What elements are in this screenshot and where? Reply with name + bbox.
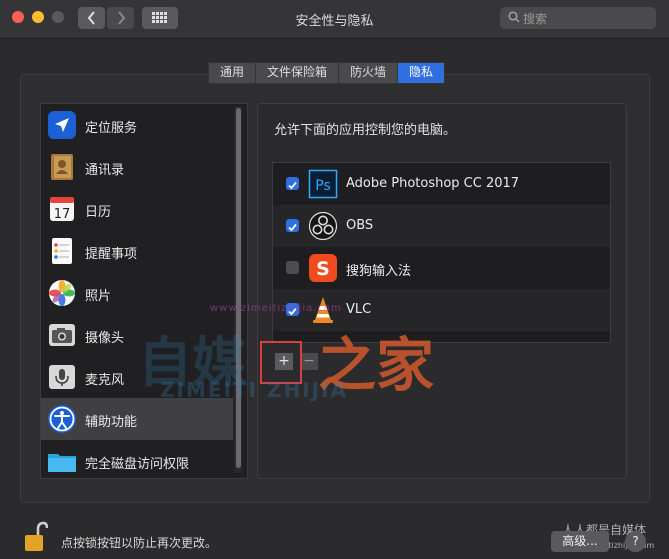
calendar-day-text: 17 [54,207,71,222]
app-name: VLC [346,302,372,317]
app-list[interactable]: Ps Adobe Photoshop CC 2017 OBS S 搜狗输入法 V… [272,162,611,343]
tab-privacy[interactable]: 隐私 [397,62,446,84]
search-icon [508,11,520,23]
sogou-icon-text: S [316,258,330,280]
title-bar: 安全性与隐私 搜索 [0,0,669,39]
sidebar-item-contacts[interactable]: 通讯录 [41,146,233,188]
reminders-icon [52,238,72,264]
sidebar-item-label: 照片 [85,289,112,304]
search-placeholder: 搜索 [523,12,548,26]
app-checkbox[interactable] [286,177,299,190]
sidebar-item-label: 日历 [85,205,112,220]
watermark-sub: ZIMEITI ZHIJIA [160,378,349,402]
sidebar-item-label: 完全磁盘访问权限 [85,457,190,472]
checkmark-icon [288,223,297,232]
tab-general[interactable]: 通用 [208,62,256,84]
camera-icon [49,324,75,346]
sidebar-item-label: 提醒事项 [85,247,138,262]
photoshop-icon: Ps [308,169,338,199]
panel-description: 允许下面的应用控制您的电脑。 [274,123,457,138]
folder-icon [48,454,76,472]
watermark-url: www.zimeitizhijia.com [210,303,342,314]
sidebar-item-label: 通讯录 [85,163,125,178]
sidebar-item-reminders[interactable]: 提醒事项 [41,230,233,272]
lock-button[interactable] [24,521,49,557]
remove-app-button[interactable]: − [300,353,318,370]
help-button[interactable]: ? [625,531,646,552]
advanced-button[interactable]: 高级... [551,531,609,552]
sidebar-item-full-disk-access[interactable]: 完全磁盘访问权限 [41,440,233,478]
tab-firewall[interactable]: 防火墙 [338,62,398,84]
sidebar-item-accessibility[interactable]: 辅助功能 [41,398,233,440]
sidebar-scroll-thumb[interactable] [236,108,241,468]
tab-filevault[interactable]: 文件保险箱 [255,62,339,84]
sidebar-item-label: 摄像头 [85,331,125,346]
sidebar-item-label: 辅助功能 [85,415,138,430]
calendar-icon: 17 [50,197,74,222]
sidebar-item-label: 定位服务 [85,121,138,136]
location-arrow-icon [48,111,76,139]
app-checkbox[interactable] [286,219,299,232]
obs-icon [308,211,338,241]
accessibility-icon [48,405,76,433]
app-checkbox[interactable] [286,261,299,274]
app-name: Adobe Photoshop CC 2017 [346,176,520,191]
sidebar-item-calendar[interactable]: 17 日历 [41,188,233,230]
app-row-sogou[interactable]: S 搜狗输入法 [273,247,610,289]
contacts-book-icon [51,154,73,180]
privacy-category-list[interactable]: 定位服务 通讯录 17 日历 提醒事项 照片 摄像头 麦克风 辅助功能 完全磁盘… [40,103,248,479]
checkmark-icon [288,181,297,190]
photos-icon [49,280,75,306]
search-field[interactable]: 搜索 [500,7,656,29]
app-row-obs[interactable]: OBS [273,205,610,247]
sidebar-item-location-services[interactable]: 定位服务 [41,104,233,146]
lock-hint: 点按锁按钮以防止再次更改。 [61,536,218,550]
app-name: OBS [346,218,374,233]
app-name: 搜狗输入法 [346,264,412,279]
sidebar-item-label: 麦克风 [85,373,125,388]
app-row-photoshop[interactable]: Ps Adobe Photoshop CC 2017 [273,163,610,205]
tab-bar: 通用 文件保险箱 防火墙 隐私 [208,62,446,84]
photoshop-icon-text: Ps [315,178,331,194]
microphone-icon [49,365,75,389]
unlocked-padlock-icon [25,521,49,551]
sogou-icon: S [309,254,337,282]
sidebar-item-photos[interactable]: 照片 [41,272,233,314]
